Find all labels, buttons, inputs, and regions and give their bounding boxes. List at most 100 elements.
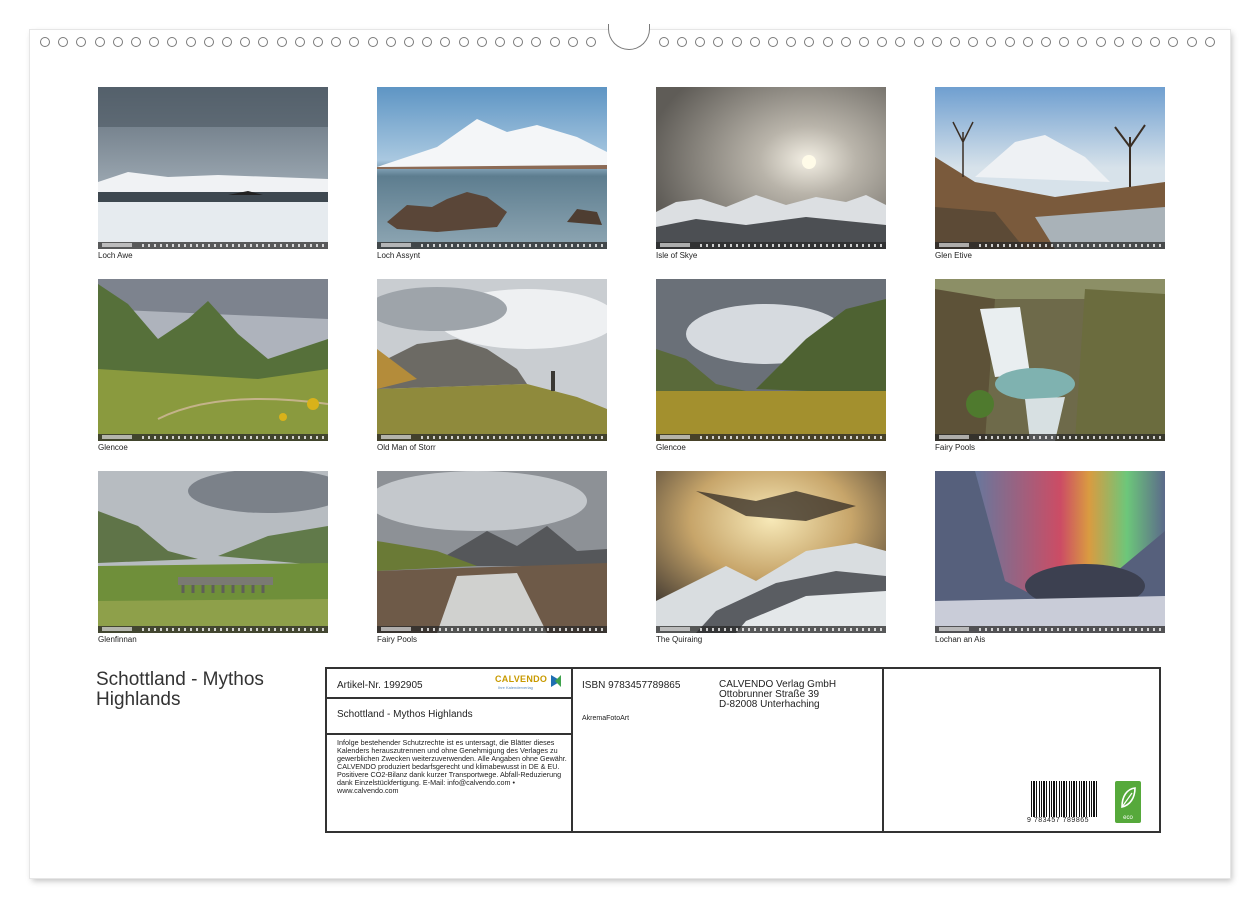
thumbnail-the-quiraing[interactable] (656, 471, 886, 633)
binding-ring (513, 37, 524, 47)
divider (882, 669, 884, 831)
calvendo-logo-subtitle: Ihre Kalenderverlag (498, 685, 533, 690)
photo-glencoe-1 (98, 279, 328, 441)
month-strip (377, 626, 607, 633)
binding-ring (1022, 37, 1033, 47)
binding-ring (549, 37, 560, 47)
binding-ring (94, 37, 105, 47)
binding-ring (222, 37, 232, 47)
barcode-number: 9 783457 789865 (1027, 817, 1089, 824)
binding-ring (331, 37, 342, 47)
article-number: Artikel-Nr. 1992905 (337, 680, 423, 691)
binding-ring (895, 37, 906, 47)
binding-ring (859, 37, 869, 47)
binding-ring (695, 37, 706, 47)
binding-ring (476, 37, 487, 47)
thumbnail-caption: Glen Etive (935, 251, 972, 260)
eco-label: eco (1123, 815, 1133, 821)
thumbnail-caption: Old Man of Storr (377, 443, 436, 452)
thumbnail-loch-awe[interactable] (98, 87, 328, 249)
thumbnail-caption: Glencoe (98, 443, 128, 452)
thumbnail-caption: Fairy Pools (935, 443, 976, 452)
thumbnail-glencoe-1[interactable] (98, 279, 328, 441)
binding-ring (931, 37, 942, 47)
binding-ring (1041, 37, 1051, 47)
photo-fairy-pools-2 (377, 471, 607, 633)
photo-glen-etive (935, 87, 1165, 249)
thumbnail-caption: The Quiraing (656, 635, 703, 644)
calendar-title-line-2: Highlands (96, 689, 181, 710)
divider (327, 733, 571, 735)
photo-isle-of-skye (656, 87, 886, 249)
thumbnail-caption: Glencoe (656, 443, 686, 452)
binding-ring (1186, 37, 1197, 47)
month-strip (98, 626, 328, 633)
month-strip (935, 626, 1165, 633)
thumbnail-isle-of-skye[interactable] (656, 87, 886, 249)
isbn: ISBN 9783457789865 (582, 680, 681, 691)
thumbnail-loch-assynt[interactable] (377, 87, 607, 249)
binding-ring (786, 37, 797, 47)
product-info-box: Artikel-Nr. 1992905 CALVENDO Ihre Kalend… (325, 667, 1161, 833)
binding-ring (367, 37, 378, 47)
photo-the-quiraing (656, 471, 886, 633)
thumbnail-lochan-an-ais[interactable] (935, 471, 1165, 633)
binding-ring (986, 37, 997, 47)
isbn-barcode (1031, 781, 1097, 817)
binding-ring (349, 37, 360, 47)
binding-ring (40, 37, 50, 47)
calendar-back-page: Loch Awe Loch Assynt Isle of Skye Glen E… (30, 24, 1230, 878)
binding-ring (167, 37, 178, 47)
binding-ring (276, 37, 287, 47)
thumbnail-fairy-pools-2[interactable] (377, 471, 607, 633)
thumbnail-caption: Isle of Skye (656, 251, 698, 260)
binding-ring (1095, 37, 1106, 47)
binding-ring (185, 37, 196, 47)
binding-ring (240, 37, 251, 47)
thumbnail-old-man-of-storr[interactable] (377, 279, 607, 441)
binding-ring (768, 37, 778, 47)
binding-ring (131, 37, 141, 47)
binding-ring (840, 37, 851, 47)
binding-ring (877, 37, 888, 47)
thumbnail-glen-etive[interactable] (935, 87, 1165, 249)
month-strip (98, 434, 328, 441)
thumbnail-glencoe-2[interactable] (656, 279, 886, 441)
binding-ring (440, 37, 451, 47)
author: AkremaFotoArt (582, 715, 630, 722)
photo-loch-assynt (377, 87, 607, 249)
binding-ring (76, 37, 87, 47)
divider (571, 669, 573, 831)
binding-ring (458, 37, 469, 47)
binding-ring (1004, 37, 1015, 47)
thumbnail-caption: Glenfinnan (98, 635, 137, 644)
binding-ring (913, 37, 924, 47)
month-strip (656, 242, 886, 249)
binding-ring (1113, 37, 1124, 47)
binding-ring (1168, 37, 1179, 47)
thumbnail-caption: Lochan an Ais (935, 635, 986, 644)
thumbnail-fairy-pools-1[interactable] (935, 279, 1165, 441)
month-strip (935, 434, 1165, 441)
binding-ring (149, 37, 160, 47)
calvendo-logo-icon (551, 675, 561, 687)
month-strip (935, 242, 1165, 249)
binding-ring (1077, 37, 1088, 47)
binding-ring (658, 37, 669, 47)
binding-ring (404, 37, 414, 47)
thumbnail-glenfinnan[interactable] (98, 471, 328, 633)
month-strip (377, 434, 607, 441)
binding-ring (713, 37, 724, 47)
product-title: Schottland - Mythos Highlands (337, 709, 473, 720)
calendar-title-line-1: Schottland - Mythos (96, 669, 264, 690)
photo-loch-awe (98, 87, 328, 249)
photo-old-man-of-storr (377, 279, 607, 441)
thumbnail-caption: Loch Assynt (377, 251, 421, 260)
binding-ring (422, 37, 433, 47)
binding-ring (1059, 37, 1070, 47)
binding-ring (1132, 37, 1142, 47)
leaf-icon (1121, 787, 1136, 809)
binding-ring (749, 37, 760, 47)
legal-notice: Infolge bestehender Schutzrechte ist es … (337, 738, 567, 795)
binding-ring (258, 37, 269, 47)
